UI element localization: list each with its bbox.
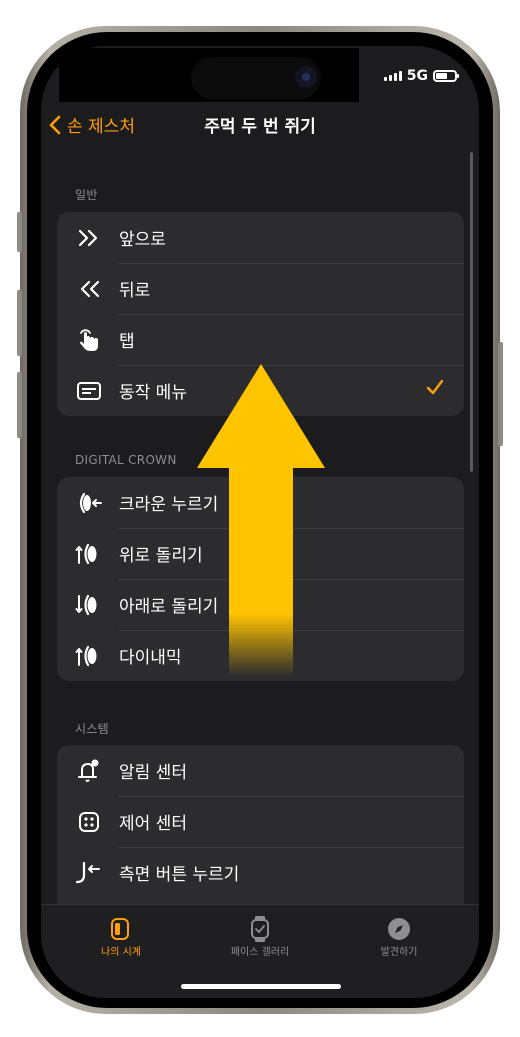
navigation-bar: 손 제스처 주먹 두 번 쥐기 xyxy=(41,110,479,140)
digital-crown-list: 크라운 누르기 위로 돌리기 아래로 돌리기 다이내믹 xyxy=(57,477,464,681)
screen: 5G 손 제스처 주먹 두 번 쥐기 일반 앞으로 뒤로 탭 동작 메뉴 DIG… xyxy=(41,46,479,998)
list-item-crown-press[interactable]: 크라운 누르기 xyxy=(57,477,464,528)
list-item-action-menu[interactable]: 동작 메뉴 xyxy=(57,365,464,416)
side-button xyxy=(498,342,503,446)
list-item-label: 크라운 누르기 xyxy=(119,495,219,515)
home-indicator xyxy=(181,984,341,989)
section-header-digital-crown: DIGITAL CROWN xyxy=(75,453,177,467)
list-item-dynamic[interactable]: 다이내믹 xyxy=(57,630,464,681)
list-item-rotate-down[interactable]: 아래로 돌리기 xyxy=(57,579,464,630)
list-item-back[interactable]: 뒤로 xyxy=(57,263,464,314)
my-watch-icon xyxy=(61,915,181,943)
checkmark-icon xyxy=(426,379,444,399)
list-item-label: 뒤로 xyxy=(119,281,151,301)
list-item-label: 제어 센터 xyxy=(119,814,187,834)
tab-face-gallery[interactable]: 페이스 갤러리 xyxy=(200,915,320,958)
list-item-label: 앞으로 xyxy=(119,230,166,250)
tab-discover[interactable]: 발견하기 xyxy=(339,915,459,958)
action-menu-icon xyxy=(75,377,103,405)
crown-dynamic-icon xyxy=(75,642,103,670)
list-item-label: 알림 센터 xyxy=(119,763,187,783)
list-item-tap[interactable]: 탭 xyxy=(57,314,464,365)
general-list: 앞으로 뒤로 탭 동작 메뉴 xyxy=(57,212,464,416)
tab-label: 페이스 갤러리 xyxy=(230,947,290,958)
tab-label: 나의 시계 xyxy=(101,947,141,958)
status-bar: 5G xyxy=(383,68,459,84)
list-item-label: 다이내믹 xyxy=(119,648,182,668)
crown-rotate-down-icon xyxy=(75,591,103,619)
list-item-rotate-up[interactable]: 위로 돌리기 xyxy=(57,528,464,579)
volume-down-button xyxy=(17,372,22,438)
list-item-label: 측면 버튼 누르기 xyxy=(119,865,240,885)
system-list: 알림 센터 제어 센터 측면 버튼 누르기 xyxy=(57,745,464,915)
section-header-general: 일반 xyxy=(75,188,98,202)
double-chevron-right-icon xyxy=(75,224,103,252)
front-camera xyxy=(295,66,317,88)
notification-bell-icon xyxy=(75,757,103,785)
list-item-side-button[interactable]: 측면 버튼 누르기 xyxy=(57,847,464,898)
list-item-control-center[interactable]: 제어 센터 xyxy=(57,796,464,847)
volume-up-button xyxy=(17,290,22,356)
page-title: 주먹 두 번 쥐기 xyxy=(204,117,316,137)
list-item-label: 위로 돌리기 xyxy=(119,546,203,566)
list-item-label: 탭 xyxy=(119,332,135,352)
tab-my-watch[interactable]: 나의 시계 xyxy=(61,915,181,958)
double-chevron-left-icon xyxy=(75,275,103,303)
crown-press-icon xyxy=(75,489,103,517)
control-center-icon xyxy=(75,808,103,836)
list-item-label: 동작 메뉴 xyxy=(119,383,187,403)
battery-icon xyxy=(433,70,459,82)
signal-icon xyxy=(383,71,402,81)
discover-compass-icon xyxy=(339,915,459,943)
list-item-label: 아래로 돌리기 xyxy=(119,597,219,617)
network-label: 5G xyxy=(406,68,428,84)
scrollbar[interactable] xyxy=(470,152,473,472)
face-gallery-icon xyxy=(200,915,320,943)
section-header-system: 시스템 xyxy=(75,722,110,736)
tap-hand-icon xyxy=(75,326,103,354)
action-button xyxy=(17,212,22,252)
list-item-forward[interactable]: 앞으로 xyxy=(57,212,464,263)
tab-label: 발견하기 xyxy=(380,947,418,958)
list-item-notification-center[interactable]: 알림 센터 xyxy=(57,745,464,796)
crown-rotate-up-icon xyxy=(75,540,103,568)
side-button-icon xyxy=(75,859,103,887)
